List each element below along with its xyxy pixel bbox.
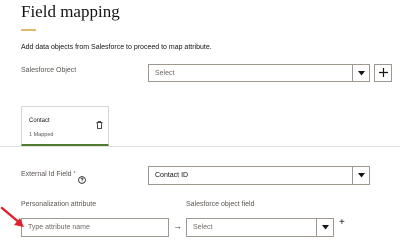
- personalization-attribute-label: Personalization attribute: [21, 201, 97, 208]
- attribute-name-input[interactable]: Type attribute name: [21, 218, 169, 237]
- trash-icon[interactable]: [96, 116, 103, 134]
- salesforce-field-label: Salesforce object field: [186, 201, 255, 208]
- mapping-arrow: →: [173, 221, 182, 231]
- external-id-select[interactable]: Contact ID: [148, 166, 370, 185]
- page-title: Field mapping: [21, 2, 120, 21]
- external-id-select-value: Contact ID: [155, 172, 189, 179]
- salesforce-object-select[interactable]: Select: [148, 64, 370, 82]
- chevron-down-icon[interactable]: [352, 65, 369, 81]
- salesforce-field-select[interactable]: Select: [186, 218, 334, 237]
- plus-icon: [378, 64, 388, 82]
- external-id-label-group: External Id Field *: [21, 171, 86, 189]
- chevron-down-icon[interactable]: [316, 219, 333, 236]
- salesforce-field-select-value: Select: [193, 224, 213, 231]
- annotation-arrow-icon: [0, 206, 24, 227]
- title-accent-bar: [21, 29, 36, 31]
- chevron-down-icon[interactable]: [352, 167, 369, 184]
- contact-object-card[interactable]: Contact 1 Mapped: [21, 106, 109, 146]
- required-mark: *: [73, 171, 76, 177]
- salesforce-object-label: Salesforce Object: [21, 67, 77, 74]
- salesforce-object-select-value: Select: [155, 69, 175, 77]
- page-subtitle: Add data objects from Salesforce to proc…: [21, 44, 212, 51]
- card-title: Contact: [29, 118, 50, 124]
- section-divider: [0, 146, 400, 147]
- external-id-label: External Id Field: [21, 171, 72, 178]
- add-object-button[interactable]: [374, 64, 392, 82]
- card-mapped-count: 1 Mapped: [29, 132, 54, 138]
- add-mapping-button[interactable]: +: [339, 217, 345, 228]
- help-circle-icon[interactable]: [77, 171, 86, 189]
